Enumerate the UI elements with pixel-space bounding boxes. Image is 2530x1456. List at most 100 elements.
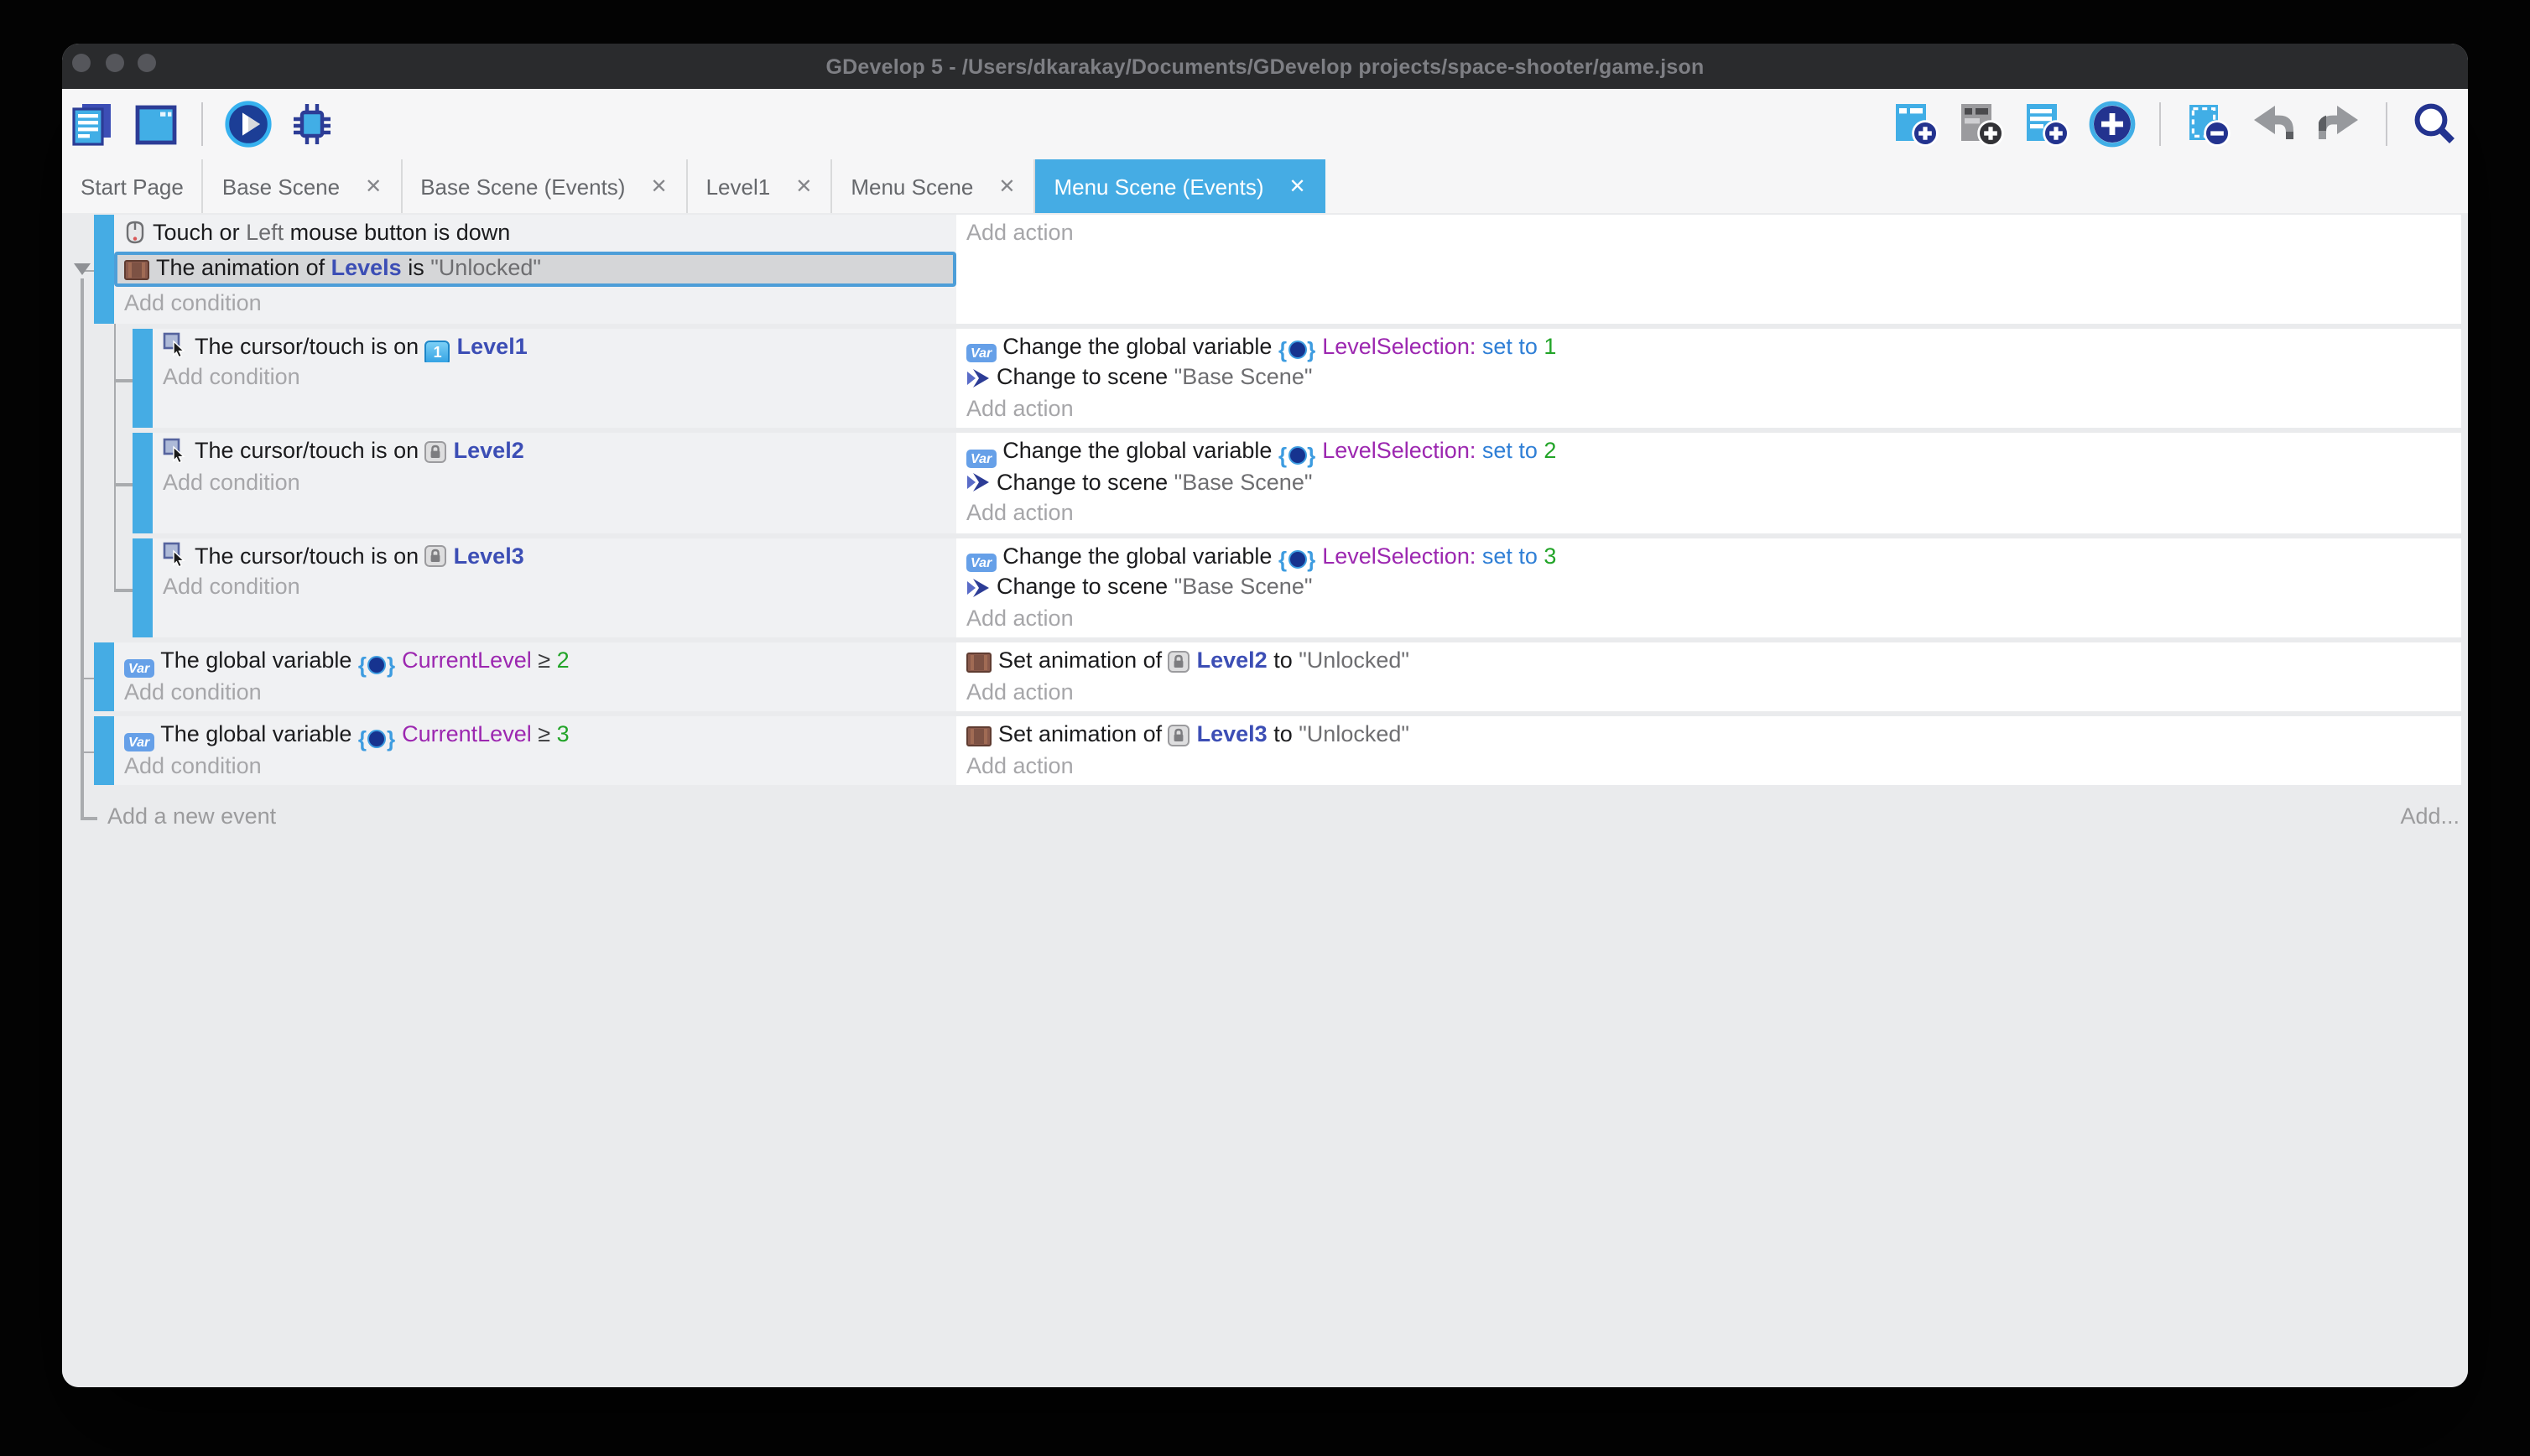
tab-close-icon[interactable]: ✕: [998, 176, 1015, 196]
zoom-button[interactable]: [138, 53, 156, 71]
tab-bar: Start Page Base Scene✕Base Scene (Events)…: [62, 159, 2468, 213]
var-icon: Var: [966, 344, 996, 362]
minimize-button[interactable]: [105, 53, 123, 71]
add-condition-link[interactable]: Add condition: [114, 677, 956, 708]
actions-cell: VarChange the global variable {}LevelSel…: [956, 328, 2461, 428]
event-row: VarThe global variable {}CurrentLevel ≥ …: [94, 642, 2461, 711]
tab-level1[interactable]: Level1 ✕: [688, 159, 833, 213]
play-icon[interactable]: [223, 99, 273, 149]
action-line[interactable]: Change to scene "Base Scene": [956, 467, 2461, 498]
toolbar-left-group: [62, 99, 337, 149]
tab-base-scene[interactable]: Base Scene✕: [204, 159, 402, 213]
actions-cell: Set animation of Level2 to "Unlocked"Add…: [956, 642, 2461, 711]
tab-menu-scene-events[interactable]: Menu Scene (Events)✕: [1035, 159, 1325, 213]
add-condition-link[interactable]: Add condition: [114, 751, 956, 782]
mouse-icon: [124, 219, 146, 244]
add-new-event-link[interactable]: Add a new event: [107, 803, 276, 829]
add-action-link[interactable]: Add action: [956, 603, 2461, 634]
debug-icon[interactable]: [287, 99, 337, 149]
titlebar: GDevelop 5 - /Users/dkarakay/Documents/G…: [62, 44, 2468, 89]
add-circle-icon[interactable]: [2087, 99, 2137, 149]
scene-icon: [966, 576, 990, 598]
event-color-bar[interactable]: [133, 433, 153, 533]
condition-line[interactable]: VarThe global variable {}CurrentLevel ≥ …: [114, 646, 956, 677]
add-event-icon[interactable]: [1891, 99, 1941, 149]
scene-icon: [966, 367, 990, 388]
add-action-link[interactable]: Add action: [956, 218, 2461, 249]
condition-line[interactable]: The animation of Levels is "Unlocked": [114, 252, 956, 286]
tree-line: [113, 324, 116, 589]
condition-line[interactable]: The cursor/touch is on Level2: [153, 436, 956, 467]
toolbar: [62, 89, 2468, 159]
condition-line[interactable]: The cursor/touch is on Level3: [153, 541, 956, 572]
add-condition-link[interactable]: Add condition: [153, 362, 956, 393]
conditions-cell: The cursor/touch is on Level3Add conditi…: [153, 538, 956, 637]
action-line[interactable]: Set animation of Level2 to "Unlocked": [956, 646, 2461, 677]
toolbar-right-group: [1891, 99, 2468, 149]
actions-cell: Set animation of Level3 to "Unlocked"Add…: [956, 716, 2461, 785]
sprite-icon: [966, 725, 992, 746]
add-condition-link[interactable]: Add condition: [114, 289, 956, 320]
event-row: VarThe global variable {}CurrentLevel ≥ …: [94, 716, 2461, 785]
var-icon: Var: [124, 658, 154, 677]
lock-icon: [1169, 724, 1190, 746]
conditions-cell: Touch or Left mouse button is downThe an…: [114, 215, 956, 323]
global-var-icon: {}: [1278, 440, 1315, 467]
tab-close-icon[interactable]: ✕: [795, 176, 812, 196]
undo-icon[interactable]: [2248, 99, 2298, 149]
action-line[interactable]: Set animation of Level3 to "Unlocked": [956, 720, 2461, 751]
search-icon[interactable]: [2409, 99, 2460, 149]
add-more-link[interactable]: Add...: [2400, 802, 2460, 832]
event-color-bar[interactable]: [133, 538, 153, 637]
cursor-icon: [163, 332, 188, 357]
tab-close-icon[interactable]: ✕: [650, 176, 667, 196]
tree-line: [81, 751, 94, 753]
tab-label: Level1: [706, 174, 771, 199]
condition-line[interactable]: The cursor/touch is on 1Level1: [153, 331, 956, 362]
collapse-expander-icon[interactable]: [74, 263, 91, 275]
event-color-bar[interactable]: [94, 215, 114, 323]
global-var-icon: {}: [358, 650, 395, 677]
actions-cell: VarChange the global variable {}LevelSel…: [956, 538, 2461, 637]
add-subevent-icon[interactable]: [2022, 99, 2072, 149]
action-line[interactable]: VarChange the global variable {}LevelSel…: [956, 331, 2461, 362]
condition-line[interactable]: Touch or Left mouse button is down: [114, 218, 956, 249]
toolbar-separator: [2159, 102, 2161, 146]
scene-editor-icon[interactable]: [131, 99, 181, 149]
event-color-bar[interactable]: [133, 328, 153, 428]
close-button[interactable]: [72, 53, 91, 71]
add-condition-link[interactable]: Add condition: [153, 572, 956, 603]
event-row: The cursor/touch is on Level2Add conditi…: [133, 433, 2461, 533]
add-action-link[interactable]: Add action: [956, 498, 2461, 529]
tab-close-icon[interactable]: ✕: [365, 176, 382, 196]
tab-start-page[interactable]: Start Page: [62, 159, 204, 213]
add-action-link[interactable]: Add action: [956, 751, 2461, 782]
delete-event-icon[interactable]: [2183, 99, 2233, 149]
action-line[interactable]: VarChange the global variable {}LevelSel…: [956, 541, 2461, 572]
tab-menu-scene[interactable]: Menu Scene✕: [832, 159, 1035, 213]
global-var-icon: {}: [1278, 545, 1315, 572]
project-manager-icon[interactable]: [67, 99, 117, 149]
sprite-icon: [124, 259, 149, 279]
action-line[interactable]: Change to scene "Base Scene": [956, 362, 2461, 393]
tab-label: Start Page: [81, 174, 184, 199]
add-action-link[interactable]: Add action: [956, 393, 2461, 424]
tab-base-scene-events[interactable]: Base Scene (Events)✕: [402, 159, 687, 213]
condition-line[interactable]: VarThe global variable {}CurrentLevel ≥ …: [114, 720, 956, 751]
tree-line: [81, 278, 83, 817]
actions-cell: Add action: [956, 215, 2461, 323]
event-color-bar[interactable]: [94, 716, 114, 785]
action-line[interactable]: VarChange the global variable {}LevelSel…: [956, 436, 2461, 467]
cursor-icon: [163, 542, 188, 567]
tree-line: [113, 379, 133, 382]
action-line[interactable]: Change to scene "Base Scene": [956, 572, 2461, 603]
event-color-bar[interactable]: [94, 642, 114, 711]
add-comment-icon[interactable]: [1956, 99, 2007, 149]
add-condition-link[interactable]: Add condition: [153, 467, 956, 498]
redo-icon[interactable]: [2314, 99, 2364, 149]
traffic-lights: [72, 53, 156, 71]
event-row: The cursor/touch is on 1Level1Add condit…: [133, 328, 2461, 428]
add-action-link[interactable]: Add action: [956, 677, 2461, 708]
lock-icon: [425, 440, 447, 462]
tab-close-icon[interactable]: ✕: [1289, 176, 1306, 196]
